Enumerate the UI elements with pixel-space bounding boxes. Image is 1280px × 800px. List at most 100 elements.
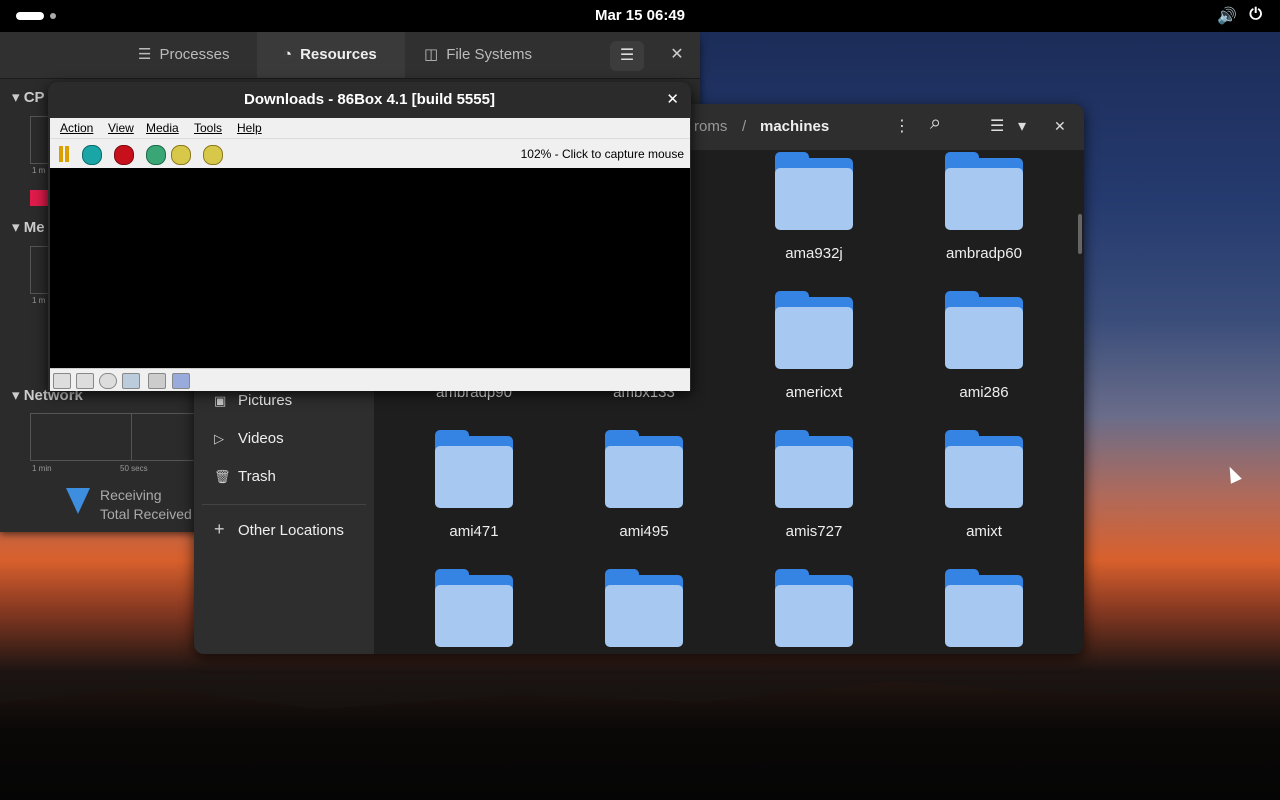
resources-icon: ◔ (283, 46, 293, 63)
sound-icon[interactable] (172, 373, 190, 389)
close-icon[interactable]: ✕ (666, 90, 679, 108)
reset-icon[interactable] (146, 145, 166, 165)
trash-icon: 🗑 (214, 469, 231, 484)
window-title: Downloads - 86Box 4.1 [build 5555] (244, 91, 495, 108)
network-graph-time-mid: 50 secs (120, 464, 148, 473)
menu-bar: Action View Media Tools Help (50, 118, 690, 138)
sidebar-item-trash[interactable]: 🗑 Trash (214, 468, 276, 485)
close-icon[interactable]: ✕ (1054, 118, 1066, 135)
sidebar-item-label: Pictures (238, 392, 293, 409)
memory-graph (30, 246, 50, 294)
close-button[interactable]: ✕ (666, 44, 688, 66)
menu-help[interactable]: Help (237, 121, 262, 135)
hamburger-icon: ☰ (619, 47, 635, 64)
more-icon[interactable]: ⋮ (894, 116, 910, 136)
sidebar-item-label: Other Locations (238, 522, 344, 539)
cpu-graph-time: 1 m (32, 166, 46, 175)
folder-icon[interactable] (435, 430, 513, 508)
folder-icon[interactable] (605, 430, 683, 508)
cpu-graph (30, 116, 50, 164)
folder-icon[interactable] (605, 569, 683, 647)
pictures-icon: ▣ (214, 393, 227, 408)
cpu-section-label: CP (23, 89, 45, 106)
toolbar: 102% - Click to capture mouse (50, 138, 690, 169)
menu-view[interactable]: View (108, 121, 134, 135)
folder-name[interactable]: ami471 (389, 523, 559, 540)
list-view-icon[interactable]: ☰ (990, 116, 1004, 136)
folder-icon[interactable] (775, 569, 853, 647)
download-arrow-icon (66, 488, 90, 514)
top-bar: Mar 15 06:49 🔊 ⏻ (0, 0, 1280, 32)
wallpaper-horizon (0, 681, 1280, 800)
folder-name[interactable]: americxt (729, 384, 899, 401)
folder-name[interactable]: amis727 (729, 523, 899, 540)
menu-tools[interactable]: Tools (194, 121, 222, 135)
path-separator: / (742, 118, 747, 135)
tab-processes[interactable]: ☰ Processes (110, 32, 256, 78)
path-machines[interactable]: machines (760, 118, 829, 135)
memory-section-toggle[interactable]: ▾ Me (12, 218, 45, 236)
status-text: 102% - Click to capture mouse (520, 147, 684, 161)
close-icon: ✕ (670, 46, 684, 63)
scrollbar[interactable] (1078, 214, 1082, 254)
videos-icon: ▷ (214, 431, 224, 446)
main-menu-button[interactable]: ☰ (610, 41, 644, 71)
menu-media[interactable]: Media (146, 121, 179, 135)
folder-icon[interactable] (945, 152, 1023, 230)
sidebar-item-label: Trash (238, 468, 276, 485)
floppy-drive-icon[interactable] (53, 373, 71, 389)
hard-disk-icon[interactable] (148, 373, 166, 389)
folder-icon[interactable] (775, 152, 853, 230)
memory-graph-time: 1 m (32, 296, 46, 305)
network-icon[interactable] (122, 373, 140, 389)
folder-name[interactable]: ami286 (899, 384, 1069, 401)
sidebar-item-other-locations[interactable]: + Other Locations (214, 519, 344, 540)
floppy-drive-icon[interactable] (76, 373, 94, 389)
pause-icon-bar (65, 146, 69, 162)
folder-name[interactable]: ambradp60 (899, 245, 1069, 262)
network-graph (30, 413, 196, 461)
filesystems-icon: ◫ (424, 46, 439, 63)
cpu-color-swatch[interactable] (30, 190, 48, 206)
sidebar-item-label: Videos (238, 430, 284, 447)
folder-icon[interactable] (775, 291, 853, 369)
path-roms[interactable]: roms (694, 118, 727, 135)
network-graph-time-start: 1 min (32, 464, 52, 473)
system-menu[interactable]: 🔊 ⏻ (1217, 6, 1262, 26)
sidebar-divider (202, 504, 366, 505)
hard-reset-icon[interactable] (171, 145, 191, 165)
receiving-label: Receiving (100, 487, 162, 503)
plus-icon: + (214, 519, 225, 539)
folder-name[interactable]: ama932j (729, 245, 899, 262)
total-received-label: Total Received (100, 506, 192, 522)
view-options-dropdown-icon[interactable]: ▾ (1018, 116, 1026, 136)
folder-name[interactable]: amixt (899, 523, 1069, 540)
tab-resources-label: Resources (300, 46, 377, 63)
ctrl-alt-del-icon[interactable] (82, 145, 102, 165)
processes-icon: ☰ (138, 46, 152, 63)
folder-icon[interactable] (945, 430, 1023, 508)
power-icon[interactable] (114, 145, 134, 165)
menu-action[interactable]: Action (60, 121, 93, 135)
86box-window: Downloads - 86Box 4.1 [build 5555] ✕ Act… (48, 82, 691, 391)
settings-icon[interactable] (203, 145, 223, 165)
emulator-screen[interactable] (50, 168, 690, 368)
memory-section-label: Me (23, 219, 45, 236)
folder-icon[interactable] (945, 569, 1023, 647)
sidebar-item-videos[interactable]: ▷ Videos (214, 430, 284, 447)
search-icon[interactable]: ⌕ (930, 112, 941, 135)
folder-icon[interactable] (775, 430, 853, 508)
sidebar-item-pictures[interactable]: ▣ Pictures (214, 392, 292, 409)
cpu-section-toggle[interactable]: ▾ CP (12, 88, 45, 106)
folder-name[interactable]: ami495 (559, 523, 729, 540)
folder-icon[interactable] (945, 291, 1023, 369)
clock[interactable]: Mar 15 06:49 (0, 7, 1280, 24)
tab-resources[interactable]: ◔ Resources (257, 32, 405, 78)
network-graph-gridline (131, 414, 132, 460)
pause-icon[interactable] (59, 146, 63, 162)
folder-icon[interactable] (435, 569, 513, 647)
status-bar (50, 368, 690, 391)
cdrom-icon[interactable] (99, 373, 117, 389)
sysmon-headerbar: ☰ Processes ◔ Resources ◫ File Systems ☰ ✕ (0, 32, 700, 79)
tab-file-systems[interactable]: ◫ File Systems (406, 32, 596, 78)
